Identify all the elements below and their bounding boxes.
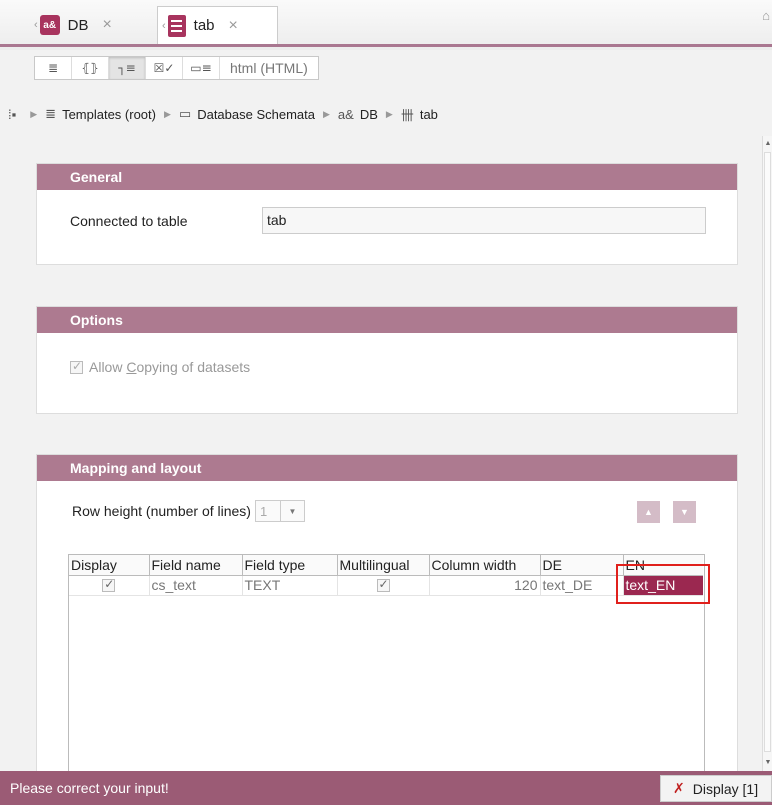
row-height-label: Row height (number of lines) [72, 503, 251, 519]
tab-db-label: DB [67, 16, 89, 34]
allow-copying-mnemonic: C [126, 359, 137, 375]
tab-db-close-icon[interactable]: × [103, 16, 112, 34]
breadcrumb: ⁞▪ ▶ ≣ Templates (root) ▶ ▭ Database Sch… [8, 103, 438, 125]
breadcrumb-item-templates[interactable]: Templates (root) [62, 107, 156, 122]
mapping-panel: Mapping and layout Row height (number of… [36, 454, 738, 771]
options-panel-title: Options [37, 307, 737, 333]
table-icon: 卌 [400, 107, 414, 123]
scroll-down-icon[interactable]: ▼ [763, 757, 772, 769]
checklist-view-icon[interactable]: ☒✓ [146, 57, 183, 79]
fields-view-icon[interactable]: ▭≡ [183, 57, 220, 79]
breadcrumb-separator-icon: ▶ [163, 108, 171, 119]
breadcrumb-item-database-schemata[interactable]: Database Schemata [197, 107, 315, 122]
form-content: General Connected to table tab Options A… [0, 136, 762, 771]
html-view-button[interactable]: html (HTML) [220, 57, 318, 79]
home-icon[interactable]: ⌂ [762, 8, 770, 23]
table-header-row: Display Field name Field type Multilingu… [69, 555, 703, 576]
row-height-select[interactable]: 1 ▼ [254, 500, 305, 522]
allow-copying-prefix: Allow [89, 359, 123, 375]
properties-view-icon[interactable]: ┐≡ [109, 57, 146, 79]
general-panel: General Connected to table tab [36, 163, 738, 265]
connected-to-table-label: Connected to table [70, 213, 188, 229]
multilingual-checkbox[interactable] [376, 577, 390, 592]
db-icon: a& [337, 106, 354, 122]
breadcrumb-separator-icon: ▶ [385, 108, 393, 119]
display-cell[interactable] [69, 575, 150, 596]
column-header-multilingual[interactable]: Multilingual [337, 555, 430, 576]
chevron-down-icon[interactable]: ▼ [279, 501, 304, 521]
templates-icon: ≣ [45, 106, 57, 121]
code-view-icon[interactable]: ⦃⦄ [72, 57, 109, 79]
display-checkbox[interactable] [102, 577, 116, 592]
move-up-button[interactable]: ▲ [637, 501, 660, 523]
column-header-display[interactable]: Display [69, 555, 150, 576]
tab-tab-label: tab [193, 17, 215, 34]
status-bar: Please correct your input! ✗ Display [1] [0, 771, 772, 805]
row-height-control: Row height (number of lines) 1 ▼ [72, 500, 305, 522]
column-header-column-width[interactable]: Column width [429, 555, 541, 576]
scrollbar-thumb[interactable] [764, 152, 771, 752]
breadcrumb-separator-icon: ▶ [30, 108, 38, 119]
column-header-field-name[interactable]: Field name [149, 555, 243, 576]
folder-icon: ▭ [178, 106, 192, 121]
vertical-scrollbar[interactable]: ▲ ▼ [762, 136, 772, 771]
tab-scroll-left-icon[interactable]: ‹ [162, 20, 166, 32]
table-template-icon [167, 14, 186, 37]
mapping-panel-title: Mapping and layout [37, 455, 737, 481]
display-errors-button[interactable]: ✗ Display [1] [660, 775, 772, 802]
column-header-field-type[interactable]: Field type [242, 555, 338, 576]
field-type-cell[interactable]: TEXT [242, 575, 338, 596]
breadcrumb-item-tab[interactable]: tab [420, 107, 438, 122]
editor-tab-bar: ‹ a& DB × ‹ tab × ⌂ [0, 0, 772, 50]
display-errors-label: Display [1] [692, 780, 759, 797]
breadcrumb-separator-icon: ▶ [323, 108, 330, 119]
allow-copying-suffix: opying of datasets [136, 359, 251, 375]
row-height-value: 1 [259, 503, 268, 519]
status-message: Please correct your input! [10, 780, 169, 796]
general-panel-title: General [37, 164, 737, 190]
tab-underline [0, 44, 772, 47]
scroll-up-icon[interactable]: ▲ [763, 138, 772, 150]
project-icon: ⁞▪ [8, 106, 17, 122]
multilingual-cell[interactable] [337, 575, 430, 596]
field-name-cell[interactable]: cs_text [149, 575, 243, 596]
table-row[interactable]: cs_text TEXT 120 text_DE text_EN [69, 575, 703, 596]
tab-tab[interactable]: ‹ tab × [157, 6, 278, 44]
options-panel: Options Allow Copying of datasets [36, 306, 738, 414]
allow-copying-checkbox[interactable] [70, 359, 83, 374]
allow-copying-option[interactable]: Allow Copying of datasets [70, 359, 250, 375]
connected-to-table-field[interactable]: tab [262, 207, 706, 234]
view-toolbar: ≣ ⦃⦄ ┐≡ ☒✓ ▭≡ html (HTML) [34, 56, 319, 80]
mapping-table: Display Field name Field type Multilingu… [68, 554, 705, 771]
validation-error-highlight [616, 564, 710, 604]
tab-tab-close-icon[interactable]: × [229, 17, 238, 35]
move-down-button[interactable]: ▼ [673, 501, 696, 523]
list-view-icon[interactable]: ≣ [35, 57, 72, 79]
error-x-icon: ✗ [673, 780, 685, 796]
de-cell[interactable]: text_DE [540, 575, 624, 596]
tab-scroll-left-icon[interactable]: ‹ [34, 19, 38, 31]
column-width-cell[interactable]: 120 [429, 575, 541, 596]
db-icon: a& [39, 15, 60, 35]
breadcrumb-item-db[interactable]: DB [360, 107, 378, 122]
tab-db[interactable]: ‹ a& DB × [34, 6, 152, 44]
column-header-de[interactable]: DE [540, 555, 624, 576]
